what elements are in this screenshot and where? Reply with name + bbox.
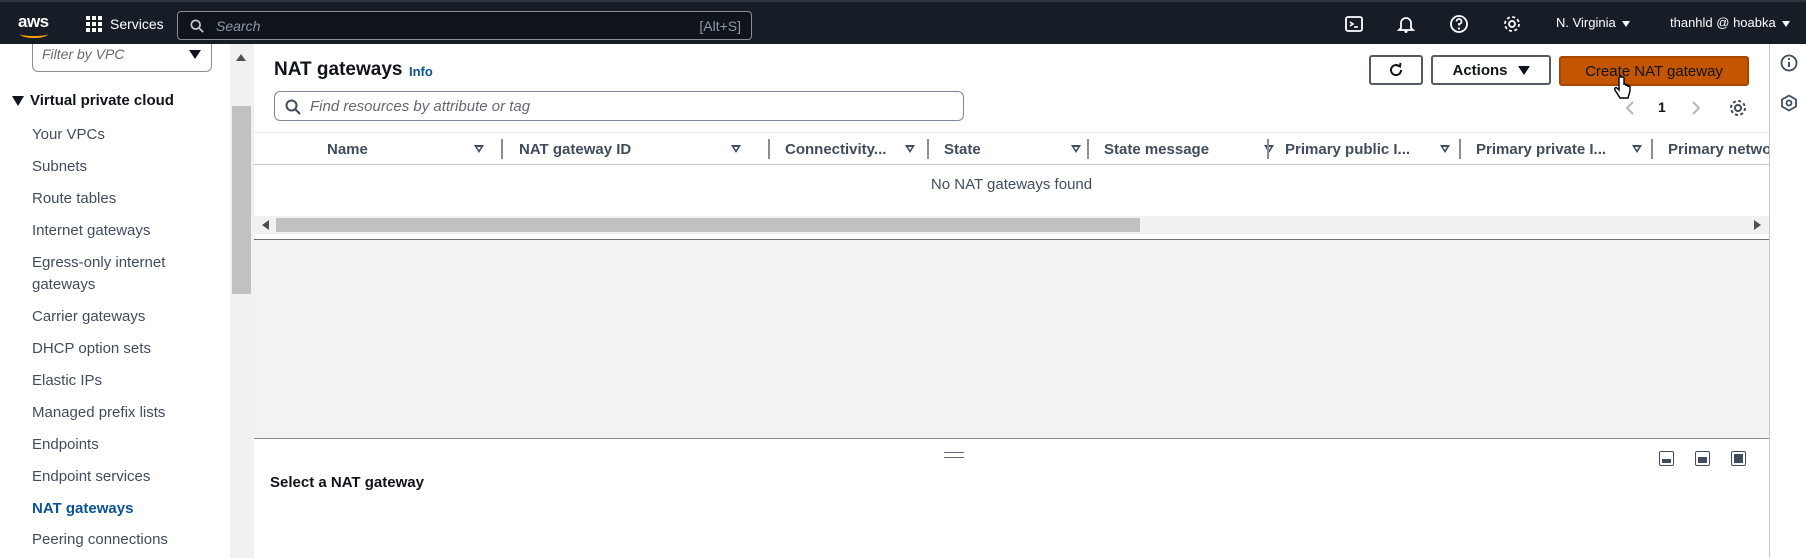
sort-icon (731, 145, 741, 153)
sort-icon (1632, 145, 1642, 153)
hand-cursor-icon (1613, 76, 1631, 99)
column-header-primary-public-ip[interactable]: Primary public I... (1285, 133, 1455, 165)
sidebar-item-managed-prefix-lists[interactable]: Managed prefix lists (32, 402, 192, 424)
refresh-icon (1390, 62, 1403, 77)
right-utility-bar (1769, 44, 1806, 558)
sidebar-item-route-tables[interactable]: Route tables (32, 188, 192, 210)
pagination: 1 (1624, 94, 1774, 122)
scroll-up-arrow-icon[interactable] (236, 54, 246, 61)
resource-filter-input[interactable]: Find resources by attribute or tag (274, 91, 964, 121)
scroll-left-arrow-icon[interactable] (262, 220, 269, 230)
page-number[interactable]: 1 (1658, 99, 1666, 115)
sidebar-item-endpoint-services[interactable]: Endpoint services (32, 466, 192, 488)
filter-placeholder: Find resources by attribute or tag (310, 98, 531, 115)
sidebar-item-egress-only-internet-gateways[interactable]: Egress-only internet gateways (32, 252, 192, 296)
search-icon (190, 19, 204, 33)
search-shortcut: [Alt+S] (699, 18, 741, 34)
bell-icon[interactable] (1396, 14, 1416, 34)
column-resizer[interactable] (1267, 139, 1269, 159)
sidebar-item-your-vpcs[interactable]: Your VPCs (32, 124, 192, 146)
panel-bottom-layout-icon[interactable] (1659, 451, 1674, 466)
search-icon (285, 99, 301, 115)
horizontal-scrollbar-thumb[interactable] (276, 218, 1140, 232)
services-label: Services (110, 16, 164, 32)
sidebar-item-endpoints[interactable]: Endpoints (32, 434, 192, 456)
split-panel-title: Select a NAT gateway (270, 474, 424, 491)
sidebar-item-nat-gateways[interactable]: NAT gateways (32, 498, 192, 520)
services-menu-button[interactable]: Services (86, 12, 164, 36)
resize-handle-icon[interactable] (944, 452, 964, 458)
sidebar-scrollbar-thumb[interactable] (232, 106, 251, 294)
sort-icon (1264, 145, 1274, 153)
info-link[interactable]: Info (409, 64, 433, 79)
column-resizer[interactable] (768, 139, 770, 159)
panel-full-layout-icon[interactable] (1731, 451, 1746, 466)
sort-icon (905, 145, 915, 153)
side-navigation: Filter by VPC Virtual private cloud Your… (0, 44, 230, 558)
top-navigation: aws Services Search [Alt+S] N. Virginia … (0, 0, 1806, 44)
table-header: Name NAT gateway ID Connectivity... Stat… (254, 132, 1769, 165)
sort-icon (1071, 145, 1081, 153)
column-header-name[interactable]: Name (327, 133, 487, 165)
section-toggle-virtual-private-cloud[interactable]: Virtual private cloud (12, 92, 174, 109)
create-nat-gateway-button[interactable]: Create NAT gateway (1559, 56, 1749, 86)
column-header-connectivity[interactable]: Connectivity... (785, 133, 925, 165)
region-label: N. Virginia (1556, 15, 1616, 30)
column-header-state[interactable]: State (944, 133, 1094, 165)
help-icon[interactable] (1449, 14, 1469, 34)
account-menu[interactable]: thanhld @ hoabka (1670, 15, 1790, 30)
column-resizer[interactable] (501, 139, 503, 159)
sidebar-item-dhcp-option-sets[interactable]: DHCP option sets (32, 338, 192, 360)
sidebar-item-subnets[interactable]: Subnets (32, 156, 192, 178)
sort-icon (474, 145, 484, 153)
aws-logo-text: aws (18, 12, 49, 31)
refresh-button[interactable] (1369, 55, 1423, 85)
column-header-primary-network-interface[interactable]: Primary netwo (1668, 133, 1769, 165)
sidebar-item-internet-gateways[interactable]: Internet gateways (32, 220, 192, 242)
scroll-right-arrow-icon[interactable] (1754, 220, 1761, 230)
column-header-nat-gateway-id[interactable]: NAT gateway ID (519, 133, 749, 165)
main-content: NAT gateways Info Actions Create NAT gat… (254, 44, 1769, 558)
account-label: thanhld @ hoabka (1670, 15, 1776, 30)
vpc-filter-select[interactable]: Filter by VPC (32, 44, 212, 72)
sort-icon (1440, 145, 1450, 153)
caret-down-icon (12, 95, 24, 106)
cloudshell-icon[interactable] (1344, 14, 1364, 34)
empty-table-area (254, 239, 1769, 438)
create-label: Create NAT gateway (1585, 62, 1723, 80)
panel-half-layout-icon[interactable] (1695, 451, 1710, 466)
vpc-filter-placeholder: Filter by VPC (42, 46, 125, 62)
chevron-down-icon (1781, 20, 1790, 27)
sidebar-item-carrier-gateways[interactable]: Carrier gateways (32, 306, 192, 328)
section-title: Virtual private cloud (30, 92, 174, 109)
column-header-primary-private-ip[interactable]: Primary private I... (1476, 133, 1656, 165)
grid-icon (86, 16, 102, 32)
sidebar-item-elastic-ips[interactable]: Elastic IPs (32, 370, 192, 392)
region-selector[interactable]: N. Virginia (1556, 15, 1630, 30)
column-resizer[interactable] (1651, 139, 1653, 159)
chevron-right-icon[interactable] (1690, 100, 1702, 116)
actions-dropdown-button[interactable]: Actions (1431, 55, 1551, 85)
chevron-down-icon (1621, 20, 1630, 27)
feedback-icon[interactable] (1780, 94, 1798, 112)
table-horizontal-scrollbar[interactable] (254, 216, 1769, 234)
settings-icon[interactable] (1502, 14, 1522, 34)
column-resizer[interactable] (1087, 139, 1089, 159)
empty-state-message: No NAT gateways found (930, 176, 1093, 193)
column-header-state-message[interactable]: State message (1104, 133, 1284, 165)
column-resizer[interactable] (1459, 139, 1461, 159)
settings-icon[interactable] (1728, 98, 1748, 118)
page-title: NAT gateways (274, 59, 403, 80)
sidebar-item-peering-connections[interactable]: Peering connections (32, 529, 192, 551)
aws-logo[interactable]: aws (16, 10, 52, 38)
caret-down-icon (1517, 65, 1530, 75)
caret-down-icon (189, 50, 201, 59)
info-circle-icon[interactable] (1780, 54, 1798, 72)
search-placeholder: Search (216, 18, 261, 34)
global-search-input[interactable]: Search [Alt+S] (177, 11, 752, 40)
split-panel: Select a NAT gateway (254, 438, 1769, 558)
actions-label: Actions (1452, 61, 1508, 79)
aws-smile-icon (20, 30, 48, 38)
column-resizer[interactable] (927, 139, 929, 159)
